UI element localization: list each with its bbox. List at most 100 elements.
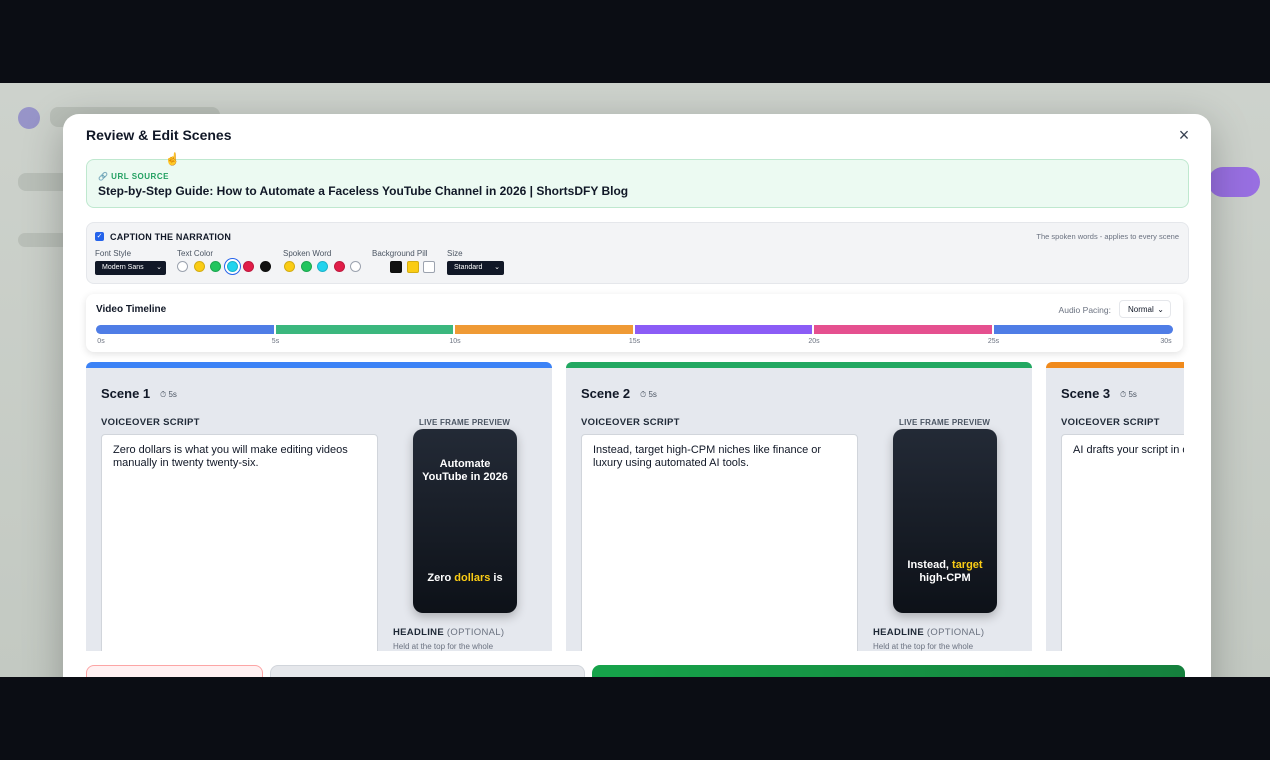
chevron-down-icon: ⌄ — [156, 264, 162, 271]
text-color-swatch[interactable] — [226, 261, 238, 272]
timeline-tick-label: 15s — [628, 338, 641, 345]
live-frame-preview: Instead, target high-CPM — [893, 429, 997, 613]
voiceover-textarea[interactable]: AI drafts your script in on a killer thr… — [1061, 434, 1184, 651]
voiceover-label: VOICEOVER SCRIPT — [101, 417, 200, 428]
spoken-word-label: Spoken Word — [283, 249, 332, 258]
scene-card-2: Scene 2 ⏱ 5s VOICEOVER SCRIPT Instead, t… — [566, 362, 1032, 651]
headline-note: Held at the top for the whole — [873, 642, 974, 651]
chevron-down-icon: ⌄ — [1157, 305, 1164, 314]
url-source-title: Step-by-Step Guide: How to Automate a Fa… — [98, 184, 629, 198]
headline-note: Held at the top for the whole — [393, 642, 494, 651]
caption-text: Instead, — [907, 559, 953, 571]
audio-pacing-dropdown[interactable]: Normal ⌄ — [1119, 300, 1171, 318]
timeline-segment[interactable] — [455, 325, 633, 334]
text-color-swatch[interactable] — [210, 261, 221, 272]
size-label: Size — [447, 249, 463, 258]
headline-label: HEADLINE (OPTIONAL) — [393, 627, 504, 638]
timeline-tick-label: 20s — [808, 338, 820, 345]
scene-card-3: Scene 3 ⏱ 5s VOICEOVER SCRIPT AI drafts … — [1046, 362, 1184, 651]
voiceover-label: VOICEOVER SCRIPT — [581, 417, 680, 428]
scene-duration: ⏱ 5s — [1120, 390, 1137, 399]
secondary-button[interactable] — [270, 665, 585, 677]
timeline-tick-label: 10s — [449, 338, 461, 345]
caption-text: high-CPM — [919, 572, 971, 584]
chevron-down-icon: ⌄ — [494, 264, 500, 271]
timeline-segment[interactable] — [634, 325, 812, 334]
background-action-button — [1208, 167, 1260, 197]
text-color-swatch[interactable] — [193, 261, 205, 272]
timeline-tick-label: 30s — [1160, 338, 1172, 345]
caption-settings: ✓ CAPTION THE NARRATION The spoken words… — [86, 222, 1189, 284]
text-color-swatch[interactable] — [243, 261, 254, 272]
scene-accent-bar — [86, 362, 552, 368]
timeline-segment[interactable] — [96, 325, 274, 334]
background-pill-color-swatch[interactable] — [406, 261, 419, 273]
scene-title: Scene 2 — [581, 386, 631, 401]
app-background: Review & Edit Scenes × 🔗 URL SOURCE Step… — [0, 83, 1270, 677]
background-pill-color-swatch[interactable] — [423, 261, 435, 273]
size-dropdown[interactable]: Standard ⌄ — [447, 261, 504, 275]
caption-note: The spoken words - applies to every scen… — [1036, 232, 1179, 241]
live-preview-label: LIVE FRAME PREVIEW — [419, 418, 511, 427]
caption-highlight: dollars — [454, 572, 491, 584]
scene-accent-bar — [1046, 362, 1184, 368]
spoken-word-color-swatch[interactable] — [350, 261, 361, 272]
generate-button[interactable] — [592, 665, 1185, 677]
scene-title: Scene 1 — [101, 386, 151, 401]
scene-title: Scene 3 — [1061, 386, 1111, 401]
timeline-tick-label: 0s — [97, 338, 105, 345]
scene-card-1: Scene 1 ⏱ 5s VOICEOVER SCRIPT Zero dolla… — [86, 362, 552, 651]
caption-highlight: target — [952, 559, 983, 571]
audio-pacing-label: Audio Pacing: — [1058, 305, 1111, 315]
timeline-segment[interactable] — [814, 325, 992, 334]
headline-label-text: HEADLINE — [873, 627, 924, 638]
url-source-label: 🔗 URL SOURCE — [98, 172, 169, 181]
scene-duration: ⏱ 5s — [640, 390, 657, 399]
review-edit-scenes-modal: Review & Edit Scenes × 🔗 URL SOURCE Step… — [63, 114, 1211, 677]
font-style-dropdown[interactable]: Modern Sans ⌄ — [95, 261, 166, 275]
mouse-cursor-icon: ☝ — [165, 152, 180, 166]
audio-pacing-value: Normal — [1128, 305, 1154, 314]
scene-duration: ⏱ 5s — [160, 390, 177, 399]
voiceover-textarea[interactable]: Instead, target high-CPM niches like fin… — [581, 434, 858, 651]
scene-cards: Scene 1 ⏱ 5s VOICEOVER SCRIPT Zero dolla… — [86, 362, 1184, 651]
scene-accent-bar — [566, 362, 1032, 368]
timeline-tick-label: 5s — [271, 338, 280, 345]
voiceover-textarea[interactable]: Zero dollars is what you will make editi… — [101, 434, 378, 651]
voiceover-label: VOICEOVER SCRIPT — [1061, 417, 1160, 428]
video-timeline: Video Timeline Audio Pacing: Normal ⌄ 0s 5… — [86, 294, 1183, 352]
headline-optional: (OPTIONAL) — [926, 627, 985, 638]
spoken-word-color-swatch[interactable] — [284, 261, 295, 272]
font-style-value: Modern Sans — [102, 264, 144, 271]
preview-headline: Automate YouTube in 2026 — [422, 458, 508, 483]
caption-text: Zero — [427, 572, 455, 584]
live-frame-preview: Automate YouTube in 2026 Zero dollars is — [413, 429, 517, 613]
headline-label: HEADLINE (OPTIONAL) — [873, 627, 984, 638]
spoken-word-color-swatch[interactable] — [317, 261, 328, 272]
size-value: Standard — [454, 264, 483, 271]
spoken-word-color-swatch[interactable] — [300, 261, 312, 272]
timeline-tick-label: 25s — [987, 338, 1000, 345]
background-pill-color-swatch[interactable] — [390, 261, 402, 273]
font-style-label: Font Style — [95, 249, 132, 258]
live-preview-label: LIVE FRAME PREVIEW — [899, 418, 991, 427]
close-icon[interactable]: × — [1173, 124, 1195, 146]
spoken-word-color-swatch[interactable] — [333, 261, 345, 272]
caption-checkbox[interactable]: ✓ — [95, 232, 104, 241]
preview-caption: Zero dollars is — [421, 572, 509, 585]
background-logo — [18, 107, 40, 129]
text-color-swatch[interactable] — [177, 261, 188, 272]
timeline-segment[interactable] — [275, 325, 453, 334]
modal-title: Review & Edit Scenes — [86, 127, 232, 143]
caption-text: is — [490, 572, 503, 584]
url-source-box: 🔗 URL SOURCE Step-by-Step Guide: How to … — [86, 159, 1189, 208]
timeline-bar — [96, 325, 1173, 334]
timeline-title: Video Timeline — [96, 304, 167, 315]
timeline-segment[interactable] — [993, 325, 1173, 334]
preview-caption: Instead, target high-CPM — [901, 559, 989, 585]
caption-title: CAPTION THE NARRATION — [110, 232, 232, 242]
text-color-swatch[interactable] — [259, 261, 271, 272]
background-pill-label: Background Pill — [372, 249, 428, 258]
discard-button[interactable] — [86, 665, 263, 677]
text-color-label: Text Color — [177, 249, 214, 258]
